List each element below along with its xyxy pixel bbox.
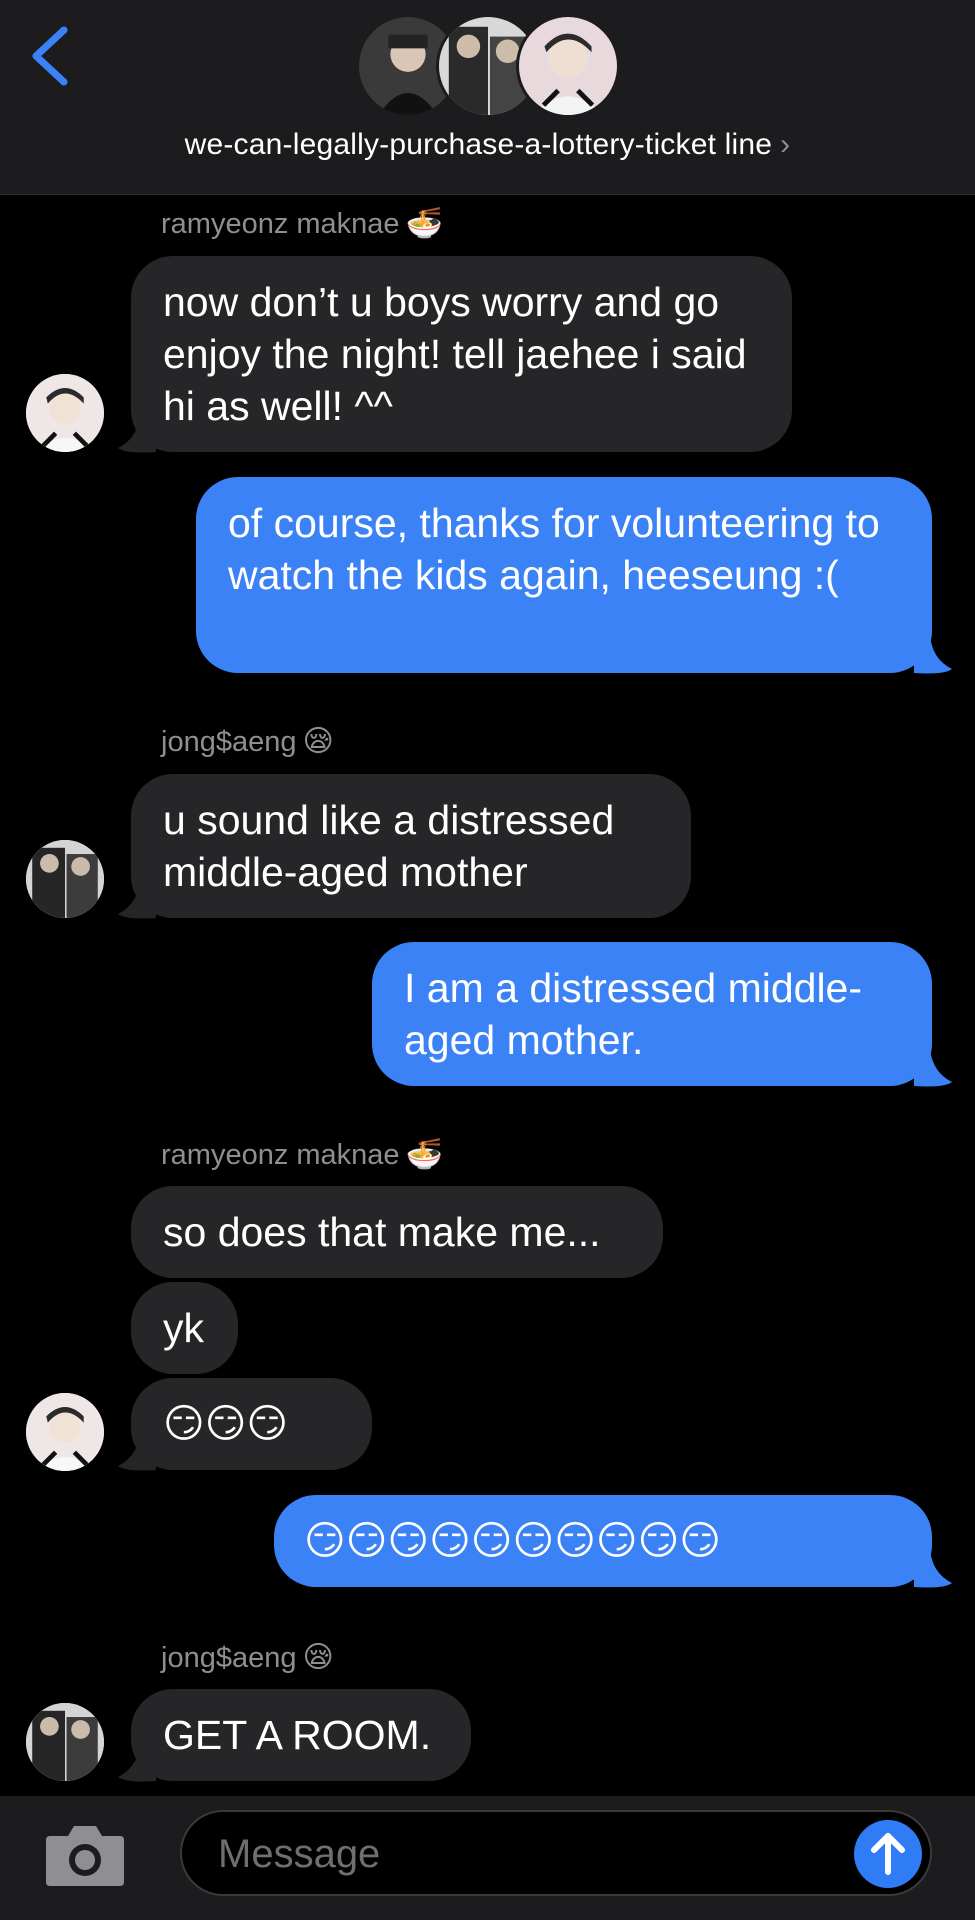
send-button[interactable] — [854, 1820, 922, 1888]
bubble-tail — [118, 1743, 156, 1782]
bubble-tail — [914, 635, 952, 674]
sender-label: ramyeonz maknae 🍜 — [161, 1137, 443, 1172]
bubble-tail — [118, 1432, 156, 1471]
sender-label: jong$aeng 😪 — [161, 724, 334, 759]
back-button[interactable] — [26, 26, 76, 86]
bubble-tail — [914, 1048, 952, 1087]
message-text: so does that make me... — [163, 1209, 601, 1255]
chat-header: we-can-legally-purchase-a-lottery-ticket… — [0, 0, 975, 195]
chevron-right-icon: › — [780, 128, 791, 161]
message-input[interactable] — [216, 1812, 820, 1896]
outgoing-emoji-bubble[interactable]: 😏😏😏😏😏😏😏😏😏😏 — [274, 1495, 932, 1587]
message-text: now don’t u boys worry and go enjoy the … — [163, 279, 747, 429]
message-text: yk — [163, 1305, 204, 1351]
noodle-emoji-icon: 🍜 — [405, 1138, 443, 1171]
message-text: 😏😏😏 — [163, 1402, 289, 1446]
incoming-emoji-bubble[interactable]: 😏😏😏 — [131, 1378, 372, 1470]
group-name: we-can-legally-purchase-a-lottery-ticket… — [184, 128, 773, 161]
message-text: of course, thanks for volunteering to wa… — [228, 500, 880, 598]
message-input-field[interactable] — [180, 1810, 932, 1896]
message-composer — [0, 1796, 975, 1920]
avatar-ramyeonz-maknae[interactable] — [26, 1393, 104, 1471]
incoming-message-bubble[interactable]: u sound like a distressed middle-aged mo… — [131, 774, 691, 918]
incoming-message-bubble[interactable]: GET A ROOM. — [131, 1689, 471, 1781]
incoming-message-bubble[interactable]: so does that make me... — [131, 1186, 663, 1278]
avatar-jongsaeng[interactable] — [26, 1703, 104, 1781]
bubble-tail — [914, 1549, 952, 1588]
avatar-jongsaeng[interactable] — [26, 840, 104, 918]
bubble-tail — [118, 880, 156, 919]
incoming-message-bubble[interactable]: yk — [131, 1282, 238, 1374]
group-avatars[interactable] — [356, 14, 620, 118]
sender-label: ramyeonz maknae 🍜 — [161, 206, 443, 241]
message-text: u sound like a distressed middle-aged mo… — [163, 797, 615, 895]
sender-name: ramyeonz maknae — [161, 208, 400, 240]
sleepy-emoji-icon: 😪 — [302, 1641, 334, 1674]
incoming-message-bubble[interactable]: now don’t u boys worry and go enjoy the … — [131, 256, 792, 452]
outgoing-message-bubble[interactable]: I am a distressed middle-aged mother. — [372, 942, 932, 1086]
sender-name: ramyeonz maknae — [161, 1139, 400, 1171]
group-title[interactable]: we-can-legally-purchase-a-lottery-ticket… — [0, 128, 975, 162]
message-text: GET A ROOM. — [163, 1712, 432, 1758]
chevron-left-icon — [32, 26, 68, 86]
group-avatar-3 — [516, 14, 620, 118]
arrow-up-icon — [871, 1833, 905, 1875]
outgoing-message-bubble[interactable]: of course, thanks for volunteering to wa… — [196, 477, 932, 673]
sleepy-emoji-icon: 😪 — [302, 725, 334, 758]
sender-name: jong$aeng — [161, 1642, 297, 1674]
camera-button[interactable] — [44, 1822, 126, 1888]
sender-name: jong$aeng — [161, 726, 297, 758]
message-text: I am a distressed middle-aged mother. — [404, 965, 863, 1063]
bubble-tail — [118, 414, 156, 453]
noodle-emoji-icon: 🍜 — [405, 207, 443, 240]
sender-label: jong$aeng 😪 — [161, 1640, 334, 1675]
avatar-ramyeonz-maknae[interactable] — [26, 374, 104, 452]
message-text: 😏😏😏😏😏😏😏😏😏😏 — [304, 1519, 721, 1563]
camera-icon — [46, 1826, 124, 1886]
